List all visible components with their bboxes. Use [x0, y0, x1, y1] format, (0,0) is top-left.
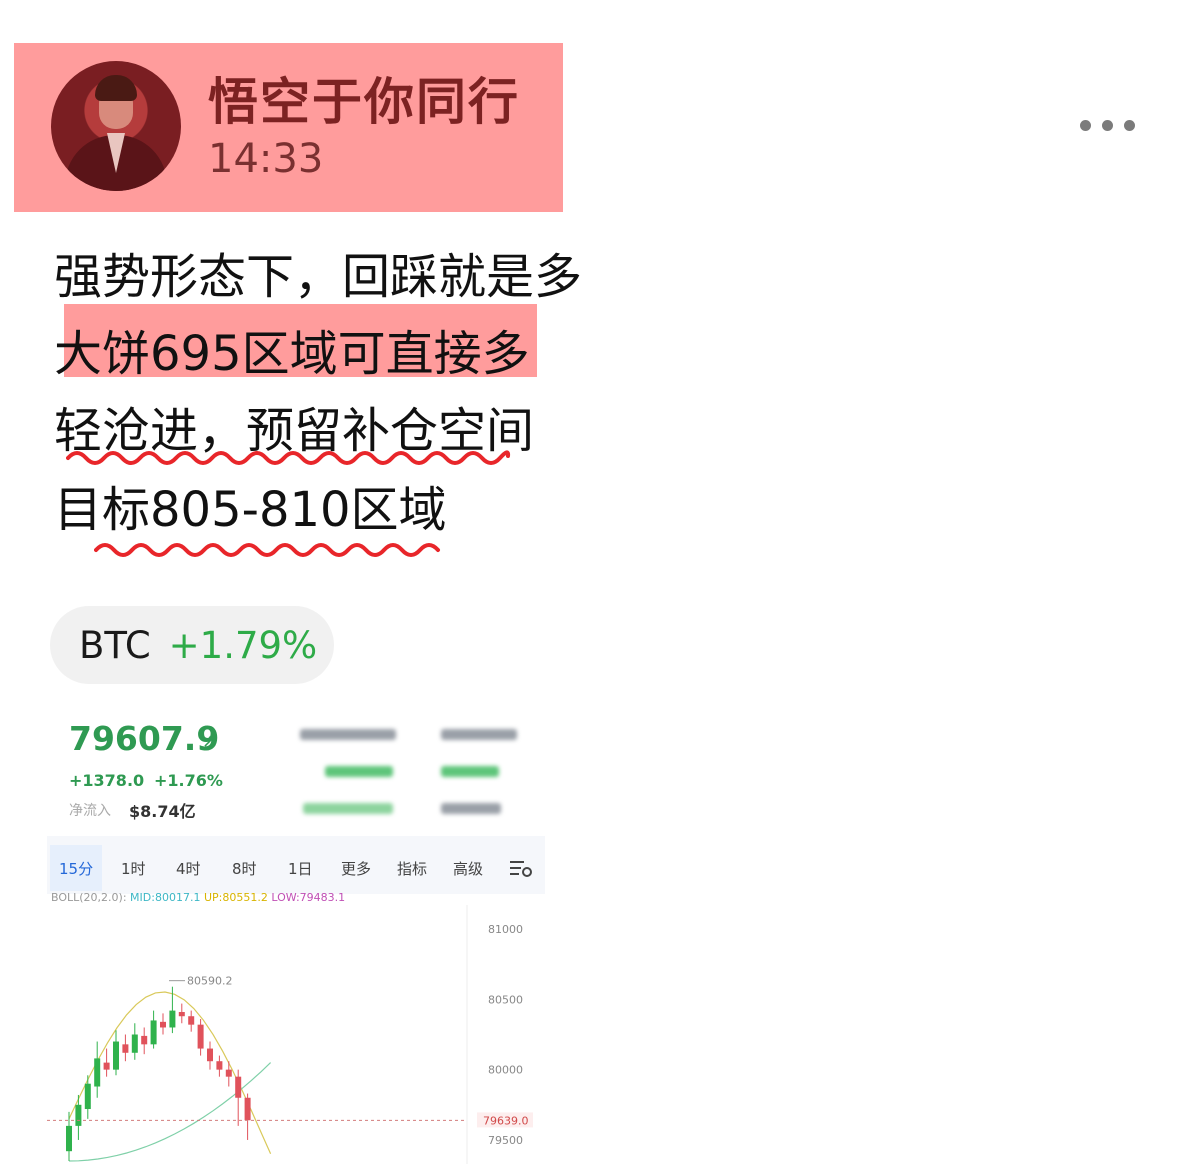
- boll-label: BOLL(20,2.0):: [51, 891, 127, 904]
- tab-indicators[interactable]: 指标: [397, 858, 427, 879]
- chip-change: +1.79%: [168, 623, 318, 667]
- candle-body: [188, 1016, 195, 1025]
- post-line-1: 强势形态下，回踩就是多: [54, 249, 583, 305]
- tab-8h[interactable]: 8时: [232, 858, 257, 879]
- tab-1d[interactable]: 1日: [288, 858, 313, 879]
- candle-body: [169, 1010, 176, 1028]
- price: 79607.9: [69, 719, 220, 758]
- boll-mid: MID:80017.1: [130, 891, 201, 904]
- candle-body: [122, 1044, 129, 1053]
- candlestick-chart[interactable]: 81000 80500 80000 79500 80590.2 79639.0: [47, 905, 545, 1164]
- candle-body: [197, 1024, 204, 1049]
- chip-symbol: BTC: [79, 623, 151, 667]
- candle-body: [113, 1041, 119, 1070]
- change-abs: +1378.0: [69, 771, 145, 790]
- blurred-stat: [325, 766, 393, 777]
- current-price-label: 79639.0: [483, 1114, 529, 1127]
- candle-body: [131, 1034, 138, 1053]
- blurred-stat: [441, 766, 499, 777]
- tab-advanced[interactable]: 高级: [453, 858, 483, 879]
- chart-settings-icon[interactable]: [509, 859, 533, 879]
- candle-body: [94, 1058, 101, 1087]
- candle-body: [84, 1083, 91, 1110]
- y-tick-label: 80500: [488, 993, 523, 1006]
- candle-body: [235, 1076, 242, 1098]
- blurred-stat: [300, 729, 396, 740]
- btc-chip[interactable]: BTC +1.79%: [50, 606, 334, 684]
- blurred-stat: [441, 729, 517, 740]
- y-tick-label: 81000: [488, 923, 523, 936]
- price-arrow-icon: ↗: [202, 731, 218, 752]
- candle-body: [103, 1062, 110, 1070]
- boll-indicator: BOLL(20,2.0): MID:80017.1 UP:80551.2 LOW…: [51, 891, 345, 904]
- candle-body: [75, 1104, 82, 1126]
- tab-4h[interactable]: 4时: [176, 858, 201, 879]
- market-card[interactable]: 79607.9 ↗ +1378.0 +1.76% 净流入 $8.74亿 15分 …: [47, 705, 545, 1164]
- post-line-2: 大饼695区域可直接多: [54, 326, 530, 382]
- blurred-stat: [303, 803, 393, 814]
- candle-body: [178, 1012, 185, 1017]
- boll-low: LOW:79483.1: [271, 891, 346, 904]
- y-tick-label: 79500: [488, 1134, 523, 1147]
- high-annotation: 80590.2: [187, 975, 233, 988]
- blurred-stat: [441, 803, 501, 814]
- candle-body: [207, 1048, 213, 1062]
- post-line-4: 目标805-810区域: [54, 482, 447, 538]
- squiggle-underline-2: [94, 543, 440, 557]
- avatar[interactable]: [51, 61, 181, 191]
- candle-body: [216, 1061, 223, 1070]
- candle-body: [160, 1021, 166, 1028]
- candle-body: [225, 1069, 232, 1077]
- inflow-label: 净流入: [69, 803, 111, 819]
- candle-body: [66, 1125, 72, 1152]
- boll-up: UP:80551.2: [203, 891, 268, 904]
- y-tick-label: 80000: [488, 1064, 523, 1077]
- inflow-value: $8.74亿: [129, 802, 196, 821]
- post-time: 14:33: [208, 136, 324, 182]
- squiggle-underline-1: [66, 450, 511, 465]
- change-pct: +1.76%: [154, 771, 223, 790]
- candle-body: [141, 1035, 148, 1045]
- candle-body: [150, 1020, 157, 1045]
- candle-body: [244, 1097, 251, 1121]
- username[interactable]: 悟空于你同行: [208, 62, 520, 134]
- more-dots-icon[interactable]: [1080, 112, 1150, 138]
- tab-1h[interactable]: 1时: [121, 858, 146, 879]
- tab-more[interactable]: 更多: [341, 858, 371, 879]
- tab-15m[interactable]: 15分: [59, 858, 93, 879]
